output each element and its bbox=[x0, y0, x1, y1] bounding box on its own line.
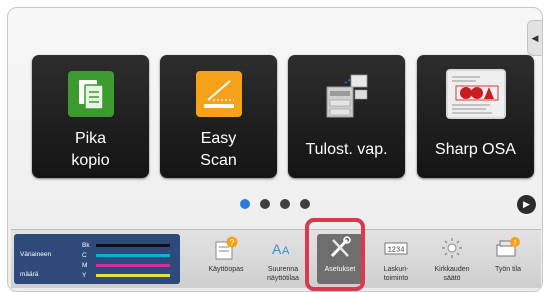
counter-button[interactable]: 1234 Laskuri-toiminto bbox=[369, 232, 423, 286]
tile-easy-scan[interactable]: Easy Scan bbox=[160, 55, 277, 178]
play-right-icon: ▶ bbox=[523, 199, 530, 209]
brightness-button[interactable]: Kirkkauden säätö bbox=[425, 232, 479, 286]
svg-text:?: ? bbox=[230, 238, 235, 247]
tile-tulost-vap[interactable]: Tulost. vap. bbox=[288, 55, 405, 178]
tile-sharp-osa[interactable]: Sharp OSA bbox=[417, 55, 534, 178]
toner-bar bbox=[96, 244, 170, 247]
tile-label: Sharp OSA bbox=[435, 141, 516, 158]
shortcut-tiles: Pika kopio Easy Scan Tulost. vap. Sharp … bbox=[32, 55, 534, 178]
svg-text:1234: 1234 bbox=[388, 247, 405, 255]
manual-icon: ? bbox=[213, 236, 239, 260]
page-dot-1[interactable] bbox=[240, 199, 250, 209]
counter-label: Laskuri-toiminto bbox=[383, 266, 409, 282]
side-panel-handle[interactable]: ◀ bbox=[527, 20, 542, 56]
magnify-text-icon: A A bbox=[270, 236, 296, 260]
toner-title-line2: määrä bbox=[20, 271, 39, 278]
brightness-label: Kirkkauden säätö bbox=[434, 266, 470, 282]
highlight-frame bbox=[305, 218, 365, 291]
toner-row-y: Y bbox=[82, 272, 170, 279]
scanner-icon bbox=[195, 71, 242, 117]
tile-label-line1: Easy bbox=[200, 130, 237, 147]
manual-button[interactable]: ? Käyttöopas bbox=[199, 232, 253, 286]
next-page-button[interactable]: ▶ bbox=[517, 195, 536, 214]
tile-label-line1: Pika bbox=[74, 130, 107, 147]
job-status-icon: ! bbox=[495, 236, 521, 260]
toner-title-line1: Väriaineen bbox=[20, 251, 52, 258]
sharp-osa-icon bbox=[445, 69, 506, 119]
toner-bar bbox=[96, 254, 170, 257]
printer-icon bbox=[321, 67, 373, 121]
enlarge-display-button[interactable]: A A Suurenna näyttötilaa bbox=[256, 232, 310, 286]
page-indicator bbox=[240, 199, 310, 209]
copy-icon bbox=[67, 71, 114, 117]
tile-label: Tulost. vap. bbox=[305, 141, 388, 158]
chevron-left-icon: ◀ bbox=[531, 32, 539, 43]
page-dot-2[interactable] bbox=[260, 199, 270, 209]
svg-text:A: A bbox=[282, 245, 290, 257]
job-status-button[interactable]: ! Työn tila bbox=[481, 232, 535, 286]
toner-level-panel[interactable]: Väriaineen määrä Bk C M Y bbox=[14, 234, 180, 284]
toner-title: Väriaineen määrä bbox=[20, 250, 68, 280]
toner-row-c: C bbox=[82, 252, 170, 259]
toner-label: Bk bbox=[82, 242, 90, 249]
manual-label: Käyttöopas bbox=[208, 266, 244, 273]
toner-label: M bbox=[82, 262, 88, 269]
toner-row-bk: Bk bbox=[82, 242, 170, 249]
page-dot-4[interactable] bbox=[300, 199, 310, 209]
tile-label-line2: kopio bbox=[71, 152, 110, 169]
job-status-label: Työn tila bbox=[494, 266, 522, 273]
toner-label: Y bbox=[82, 272, 87, 279]
tile-pika-kopio[interactable]: Pika kopio bbox=[32, 55, 149, 178]
counter-icon: 1234 bbox=[383, 236, 409, 260]
toner-bar bbox=[96, 274, 170, 277]
enlarge-display-label: Suurenna näyttötilaa bbox=[267, 266, 299, 282]
tile-label-line2: Scan bbox=[200, 152, 237, 169]
page-dot-3[interactable] bbox=[280, 199, 290, 209]
function-bar: Väriaineen määrä Bk C M Y ? Käyttöopas A… bbox=[11, 229, 541, 288]
svg-text:A: A bbox=[272, 241, 282, 257]
svg-text:!: ! bbox=[514, 238, 516, 247]
brightness-icon bbox=[439, 236, 465, 260]
toner-row-m: M bbox=[82, 262, 170, 269]
toner-bar bbox=[96, 264, 170, 267]
home-screen: ◀ Pika kopio Easy Scan Tulost. vap. Shar… bbox=[7, 7, 543, 292]
toner-label: C bbox=[82, 252, 87, 259]
